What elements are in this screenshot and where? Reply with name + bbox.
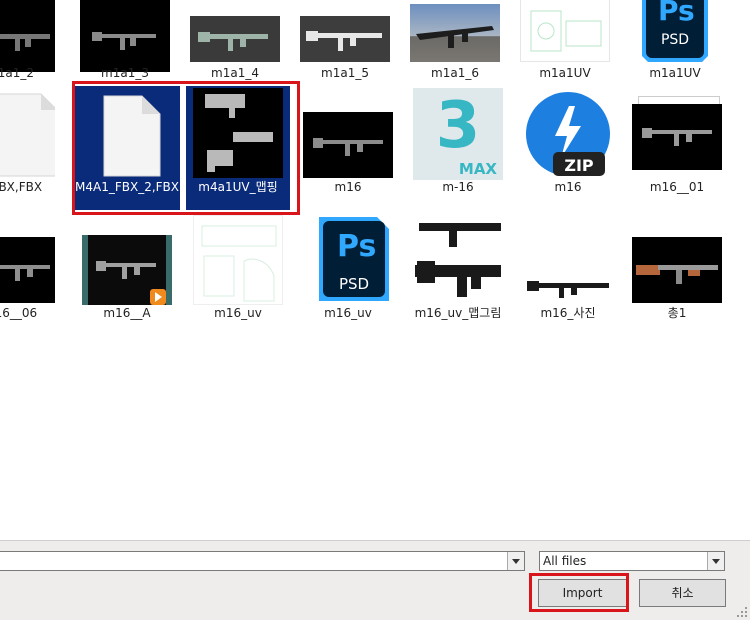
file-name: m1a1UV [539,66,591,80]
file-name: 1_FBX,FBX [0,180,43,194]
file-name: m16_uv_맵그림 [414,306,502,320]
file-name: m16_uv [324,306,372,320]
file-name: m16__01 [649,180,705,194]
file-thumbnail [193,215,283,305]
cancel-button[interactable]: 취소 [639,579,726,607]
file-thumbnail [413,215,503,305]
file-name: m16 [334,180,362,194]
file-name: m16_사진 [540,306,596,320]
psd-logo-text: Ps [658,0,695,27]
file-name: m16__A [103,306,151,320]
file-grid[interactable]: m1a1_2 m1a1_3 m1a1_4 m1a1_5 m1a1_6 m1a1U… [0,0,750,540]
file-thumbnail [632,96,722,178]
file-thumbnail [0,237,55,303]
filter-dropdown-arrow-icon[interactable] [707,552,724,570]
file-item[interactable]: m16_사진 [513,215,623,335]
3dsmax-logo-text: MAX [458,160,497,178]
file-name: m16__06 [0,306,38,320]
file-name: m1a1_2 [0,66,34,80]
filter-value: All files [543,554,587,568]
file-thumbnail: Ps PSD [630,0,720,62]
3dsmax-logo-number: 3 [435,89,481,163]
file-item[interactable]: Ps PSD m16_uv [293,215,403,335]
file-item[interactable]: 1_FBX,FBX [0,88,65,208]
file-name: m1a1_5 [321,66,369,80]
file-name: m16_uv [214,306,262,320]
file-name: m1a1_4 [211,66,259,80]
file-item[interactable]: m16_uv [183,215,293,335]
file-item[interactable]: m16_uv_맵그림 [403,215,513,335]
zip-text: ZIP [564,156,594,175]
file-thumbnail [632,237,722,303]
file-thumbnail [410,4,500,62]
file-type-filter[interactable]: All files [539,551,725,571]
file-name: m1a1UV [649,66,701,80]
psd-ext-text: PSD [338,275,370,293]
file-thumbnail [523,273,613,303]
psd-logo-text: Ps [337,229,377,264]
file-item-selected[interactable]: m4a1UV_맵핑 [183,88,293,208]
document-icon [0,93,55,177]
file-item[interactable]: 3 MAX m-16 [403,88,513,208]
document-icon [103,95,161,177]
file-name: m16 [554,180,582,194]
dialog-footer: All files Import 취소 [0,540,750,620]
file-item[interactable]: ZIP m16 [513,88,623,208]
import-button[interactable]: Import [538,579,627,607]
file-thumbnail [80,0,170,72]
file-name: m1a1_6 [431,66,479,80]
file-thumbnail [193,88,283,178]
video-file-thumbnail [82,235,172,305]
file-thumbnail: ZIP [523,92,613,178]
file-name: m4a1UV_맵핑 [198,180,278,194]
file-thumbnail [190,16,280,62]
file-name: m1a1_3 [101,66,149,80]
file-thumbnail [300,16,390,62]
psd-ext-text: PSD [660,32,690,48]
filename-dropdown-arrow-icon[interactable] [507,552,524,570]
file-thumbnail: Ps PSD [303,215,393,305]
file-item[interactable]: m16__01 [622,88,732,208]
file-item[interactable]: m16 [293,88,403,208]
file-item[interactable]: m16__06 [0,215,65,335]
file-thumbnail [82,92,172,178]
file-item-selected[interactable]: M4A1_FBX_2,FBX [72,88,182,208]
play-icon [150,289,166,305]
filename-combobox[interactable] [0,551,525,571]
file-thumbnail [520,0,610,62]
file-item[interactable]: m16__A [72,215,182,335]
file-thumbnail: 3 MAX [413,88,503,180]
file-thumbnail [0,0,55,72]
file-thumbnail [0,92,55,178]
file-item[interactable]: 총1 [622,215,732,335]
file-name: M4A1_FBX_2,FBX [75,180,179,194]
file-name: 총1 [667,306,687,320]
file-name: m-16 [442,180,474,194]
resize-grip-icon[interactable] [736,606,748,618]
file-thumbnail [303,112,393,178]
